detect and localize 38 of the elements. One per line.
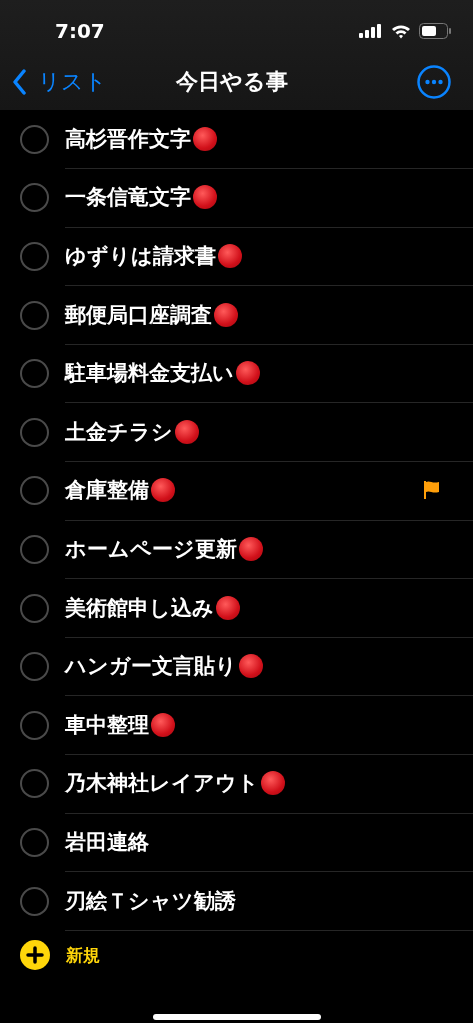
wifi-icon	[391, 23, 411, 39]
list-title: 今日やる事	[175, 68, 288, 96]
reminder-title[interactable]: 美術館申し込み	[65, 593, 214, 622]
signal-icon	[359, 24, 383, 38]
reminder-title[interactable]: 一条信竜文字	[65, 183, 191, 212]
reminder-title[interactable]: 郵便局口座調査	[65, 300, 212, 329]
checkbox[interactable]	[20, 886, 49, 916]
checkbox[interactable]	[20, 359, 49, 389]
checkbox[interactable]	[20, 124, 49, 154]
more-icon[interactable]	[417, 65, 451, 99]
reminder-title[interactable]: 土金チラシ	[65, 417, 173, 446]
checkbox[interactable]	[20, 242, 49, 271]
checkbox[interactable]	[20, 710, 49, 740]
battery-icon	[419, 23, 451, 39]
checkbox[interactable]	[20, 534, 49, 564]
reminder-title[interactable]: 駐車場料金支払い	[65, 359, 234, 388]
chevron-left-icon	[12, 69, 26, 95]
checkbox[interactable]	[20, 183, 49, 213]
checkbox[interactable]	[20, 300, 49, 330]
new-reminder-button[interactable]: 新規	[66, 943, 100, 967]
checkbox[interactable]	[20, 476, 49, 506]
reminder-title[interactable]: 高杉晋作文字	[65, 124, 191, 153]
checkbox[interactable]	[20, 652, 49, 682]
status-time: 7:07	[55, 19, 105, 43]
checkbox[interactable]	[20, 593, 49, 623]
reminder-title[interactable]: 車中整理	[65, 710, 149, 739]
checkbox[interactable]	[20, 827, 49, 857]
reminder-title[interactable]: 刃絵Ｔシャツ勧誘	[65, 886, 236, 915]
plus-circle-icon[interactable]	[20, 940, 50, 971]
back-button[interactable]: リスト	[12, 67, 107, 97]
checkbox[interactable]	[20, 769, 49, 799]
reminder-title[interactable]: ホームページ更新	[65, 534, 237, 563]
checkbox[interactable]	[20, 417, 49, 447]
reminder-title[interactable]: 岩田連絡	[65, 827, 149, 856]
reminder-title[interactable]: 倉庫整備	[65, 476, 149, 505]
reminder-title[interactable]: ハンガー文言貼り	[65, 652, 237, 681]
reminder-title[interactable]: 乃木神社レイアウト	[65, 769, 259, 798]
reminder-title[interactable]: ゆずりは請求書	[65, 242, 216, 270]
